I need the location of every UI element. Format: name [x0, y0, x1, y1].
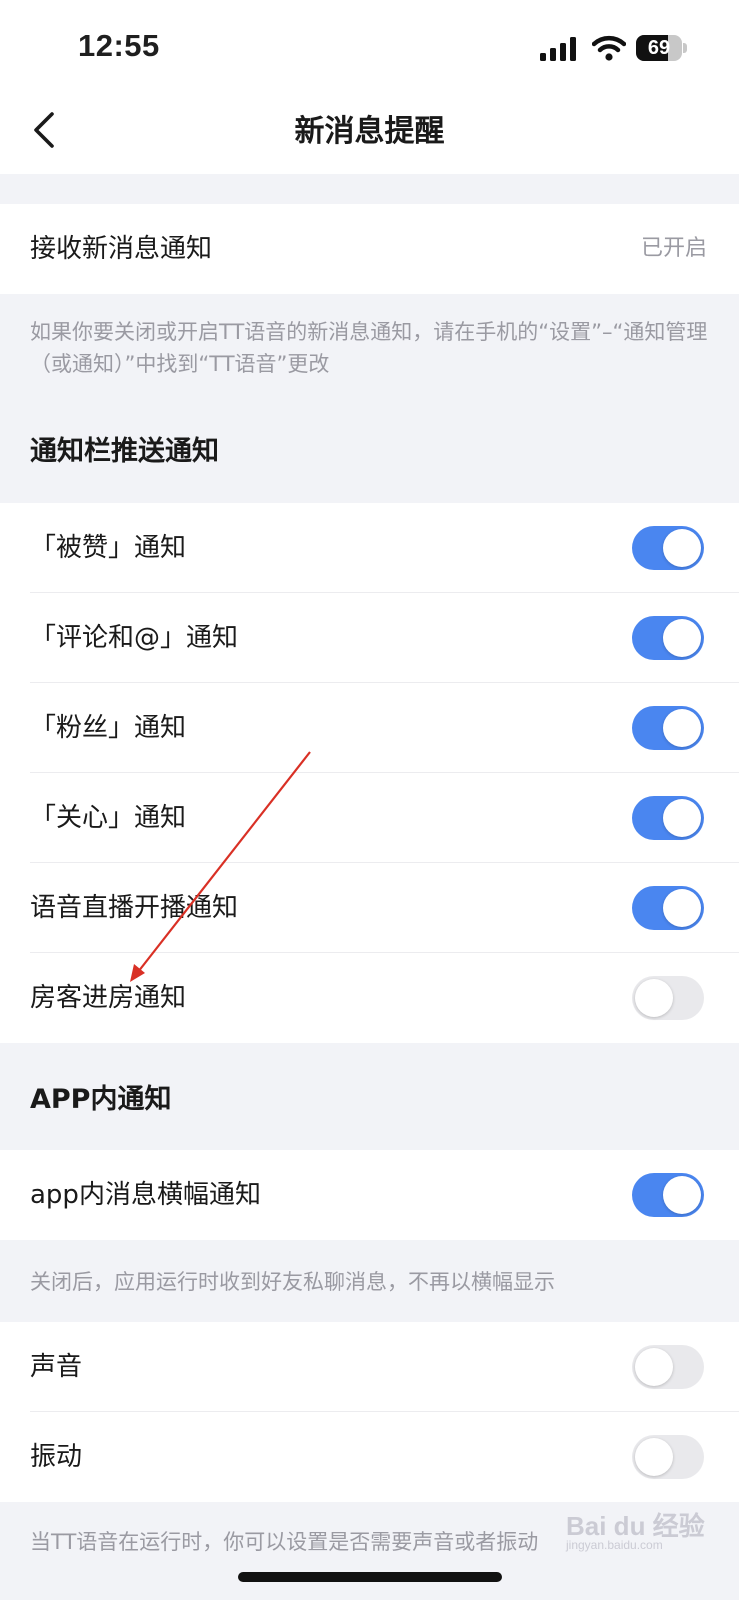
sound-toggle[interactable] [632, 1345, 704, 1389]
likes-toggle[interactable] [632, 526, 704, 570]
push-item-label: 「被赞」通知 [30, 533, 187, 563]
live-start-toggle[interactable] [632, 886, 704, 930]
status-time: 12:55 [78, 28, 160, 63]
battery-cap [683, 43, 687, 53]
status-bar: 12:55 69 [0, 0, 739, 90]
push-item-label: 「关心」通知 [30, 803, 187, 833]
receive-notifications-row[interactable]: 接收新消息通知 已开启 [0, 204, 739, 294]
vibrate-label: 振动 [30, 1442, 83, 1472]
push-item-label: 房客进房通知 [30, 983, 187, 1013]
push-item-guest-enter: 房客进房通知 [0, 953, 739, 1043]
chevron-left-icon[interactable] [28, 108, 62, 152]
battery-percent: 69 [647, 37, 671, 59]
push-item-care: 「关心」通知 [0, 773, 739, 863]
toggle-knob [635, 1348, 673, 1386]
sound-label: 声音 [30, 1352, 83, 1382]
home-indicator[interactable] [238, 1572, 502, 1582]
push-section-title: 通知栏推送通知 [30, 436, 219, 467]
toggle-knob [635, 979, 673, 1017]
push-item-live: 语音直播开播通知 [0, 863, 739, 953]
toggle-knob [663, 529, 701, 567]
watermark-url: jingyan.baidu.com [566, 1538, 663, 1552]
cellular-signal-icon [540, 37, 576, 61]
toggle-knob [663, 889, 701, 927]
push-item-fans: 「粉丝」通知 [0, 683, 739, 773]
toggle-knob [635, 1438, 673, 1476]
wifi-icon [592, 35, 626, 61]
vibrate-toggle[interactable] [632, 1435, 704, 1479]
toggle-knob [663, 619, 701, 657]
push-item-label: 「评论和@」通知 [30, 623, 239, 653]
battery-indicator: 69 [636, 35, 687, 61]
guest-enter-toggle[interactable] [632, 976, 704, 1020]
page-title: 新消息提醒 [294, 114, 445, 149]
comments-toggle[interactable] [632, 616, 704, 660]
push-item-label: 「粉丝」通知 [30, 713, 187, 743]
toggle-knob [663, 709, 701, 747]
app-banner-row: app内消息横幅通知 [0, 1150, 739, 1240]
battery-body: 69 [636, 35, 682, 61]
receive-notifications-hint: 如果你要关闭或开启TT语音的新消息通知，请在手机的“设置”–“通知管理（或通知）… [30, 320, 708, 376]
receive-notifications-status: 已开启 [640, 236, 707, 261]
push-item-label: 语音直播开播通知 [30, 893, 239, 923]
push-item-comments: 「评论和@」通知 [0, 593, 739, 683]
app-banner-toggle[interactable] [632, 1173, 704, 1217]
nav-bar: 新消息提醒 [0, 90, 739, 174]
sound-row: 声音 [0, 1322, 739, 1412]
toggle-knob [663, 1176, 701, 1214]
app-section-title: APP内通知 [30, 1084, 172, 1115]
app-banner-hint: 关闭后，应用运行时收到好友私聊消息，不再以横幅显示 [30, 1270, 555, 1294]
baidu-watermark: Bai du 经验 jingyan.baidu.com [566, 1488, 726, 1558]
care-toggle[interactable] [632, 796, 704, 840]
toggle-knob [663, 799, 701, 837]
fans-toggle[interactable] [632, 706, 704, 750]
push-item-likes: 「被赞」通知 [0, 503, 739, 593]
app-banner-label: app内消息横幅通知 [30, 1180, 261, 1210]
receive-notifications-label: 接收新消息通知 [30, 234, 213, 264]
